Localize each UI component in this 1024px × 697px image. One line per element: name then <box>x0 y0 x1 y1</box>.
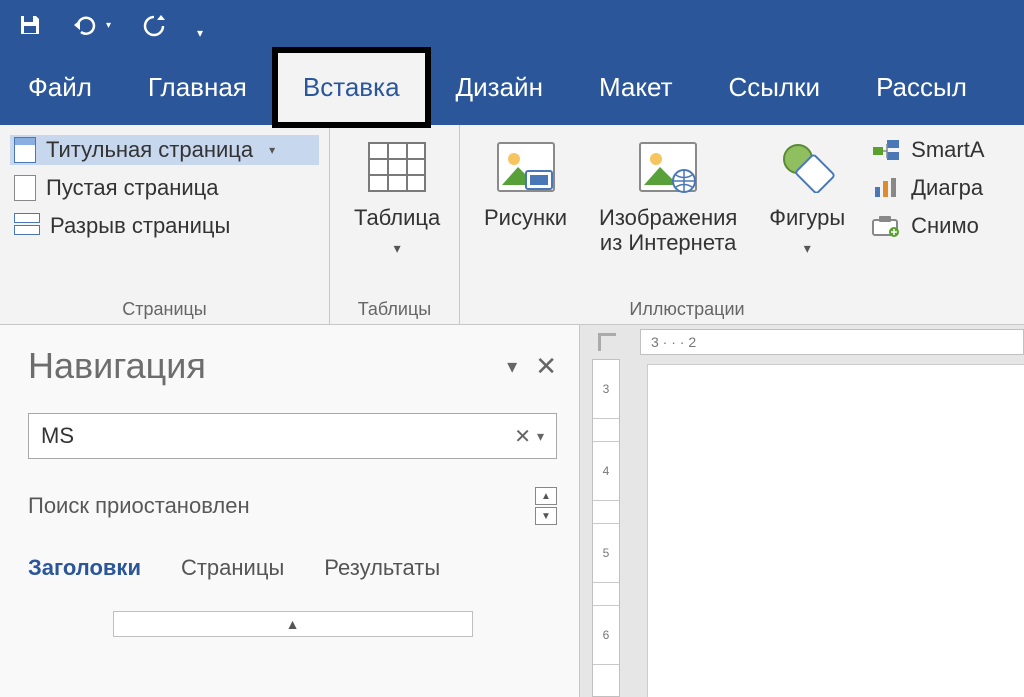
ruler-corner-icon <box>598 333 616 351</box>
pictures-button[interactable]: Рисунки <box>470 133 581 295</box>
smartart-icon <box>871 138 901 162</box>
quick-access-toolbar: ▾ ▾ <box>0 0 1024 50</box>
search-options-caret[interactable]: ▾ <box>537 428 544 445</box>
horizontal-ruler[interactable]: 3 · · · 2 <box>640 329 1024 355</box>
next-result-button[interactable]: ▼ <box>535 507 557 525</box>
document-area: 3 · · · 2 3 4 5 6 <box>580 325 1024 697</box>
navigation-tabs: Заголовки Страницы Результаты <box>28 555 557 585</box>
online-pictures-icon <box>636 137 700 197</box>
blank-page-button[interactable]: Пустая страница <box>10 173 319 203</box>
group-pages-label: Страницы <box>10 295 319 320</box>
shapes-button[interactable]: Фигуры ▾ <box>755 133 859 295</box>
table-label: Таблица <box>354 205 440 230</box>
tab-design[interactable]: Дизайн <box>428 50 571 125</box>
vertical-ruler[interactable]: 3 4 5 6 <box>592 359 620 697</box>
smartart-button[interactable]: SmartA <box>871 137 1024 163</box>
table-button[interactable]: Таблица ▾ <box>340 133 454 295</box>
save-icon[interactable] <box>18 13 42 37</box>
tab-insert[interactable]: Вставка <box>275 50 428 125</box>
search-clear-icon[interactable]: ✕ <box>514 424 531 449</box>
blank-page-label: Пустая страница <box>46 175 218 201</box>
tab-layout[interactable]: Макет <box>571 50 701 125</box>
title-page-label: Титульная страница <box>46 137 253 163</box>
online-pictures-label: Изображения из Интернета <box>599 205 737 256</box>
navigation-search-input[interactable]: MS ✕ ▾ <box>28 413 557 459</box>
chart-button[interactable]: Диагра <box>871 175 1024 201</box>
qat-customize-caret[interactable]: ▾ <box>197 26 203 40</box>
undo-dropdown-caret[interactable]: ▾ <box>106 20 111 31</box>
group-tables: Таблица ▾ Таблицы <box>330 125 460 324</box>
redo-icon[interactable] <box>141 13 167 37</box>
tab-references[interactable]: Ссылки <box>701 50 849 125</box>
ribbon-tabstrip: Файл Главная Вставка Дизайн Макет Ссылки… <box>0 50 1024 125</box>
undo-icon[interactable]: ▾ <box>72 14 111 36</box>
ribbon: Титульная страница ▾ Пустая страница Раз… <box>0 125 1024 325</box>
tab-mailings[interactable]: Рассыл <box>848 50 995 125</box>
chevron-down-icon: ▾ <box>269 143 275 157</box>
page-break-label: Разрыв страницы <box>50 213 230 239</box>
title-page-icon <box>14 137 36 163</box>
smartart-label: SmartA <box>911 137 984 163</box>
shapes-icon <box>775 137 839 197</box>
search-status-row: Поиск приостановлен ▲ ▼ <box>28 487 557 525</box>
pictures-label: Рисунки <box>484 205 567 230</box>
shapes-label: Фигуры <box>769 205 845 230</box>
nav-close-icon[interactable]: ✕ <box>535 351 557 382</box>
group-pages: Титульная страница ▾ Пустая страница Раз… <box>0 125 330 324</box>
page-break-icon <box>14 213 40 239</box>
picture-icon <box>494 137 558 197</box>
document-page[interactable] <box>648 365 1024 697</box>
lower-area: Навигация ▾ ✕ MS ✕ ▾ Поиск приостановлен… <box>0 325 1024 697</box>
nav-tab-pages[interactable]: Страницы <box>181 555 284 585</box>
screenshot-icon <box>871 214 901 238</box>
prev-result-button[interactable]: ▲ <box>535 487 557 505</box>
blank-page-icon <box>14 175 36 201</box>
navigation-title: Навигация <box>28 345 507 387</box>
navigation-pane: Навигация ▾ ✕ MS ✕ ▾ Поиск приостановлен… <box>0 325 580 697</box>
chevron-down-icon: ▾ <box>804 240 811 257</box>
title-page-button[interactable]: Титульная страница ▾ <box>10 135 319 165</box>
group-illustrations-label: Иллюстрации <box>470 295 1024 320</box>
nav-options-caret[interactable]: ▾ <box>507 354 517 379</box>
nav-tab-headings[interactable]: Заголовки <box>28 555 141 585</box>
tab-file[interactable]: Файл <box>0 50 120 125</box>
group-tables-label: Таблицы <box>340 295 449 320</box>
collapse-headings-button[interactable]: ▲ <box>113 611 473 637</box>
online-pictures-button[interactable]: Изображения из Интернета <box>585 133 751 295</box>
search-status-text: Поиск приостановлен <box>28 493 250 519</box>
chart-icon <box>871 176 901 200</box>
table-icon <box>365 137 429 197</box>
nav-tab-results[interactable]: Результаты <box>324 555 440 585</box>
page-break-button[interactable]: Разрыв страницы <box>10 211 319 241</box>
group-illustrations: Рисунки Изображения из Интернета Фигуры … <box>460 125 1024 324</box>
search-value: MS <box>41 423 514 449</box>
chart-label: Диагра <box>911 175 983 201</box>
chevron-down-icon: ▾ <box>394 240 401 257</box>
screenshot-label: Снимо <box>911 213 979 239</box>
tab-home[interactable]: Главная <box>120 50 275 125</box>
screenshot-button[interactable]: Снимо <box>871 213 1024 239</box>
